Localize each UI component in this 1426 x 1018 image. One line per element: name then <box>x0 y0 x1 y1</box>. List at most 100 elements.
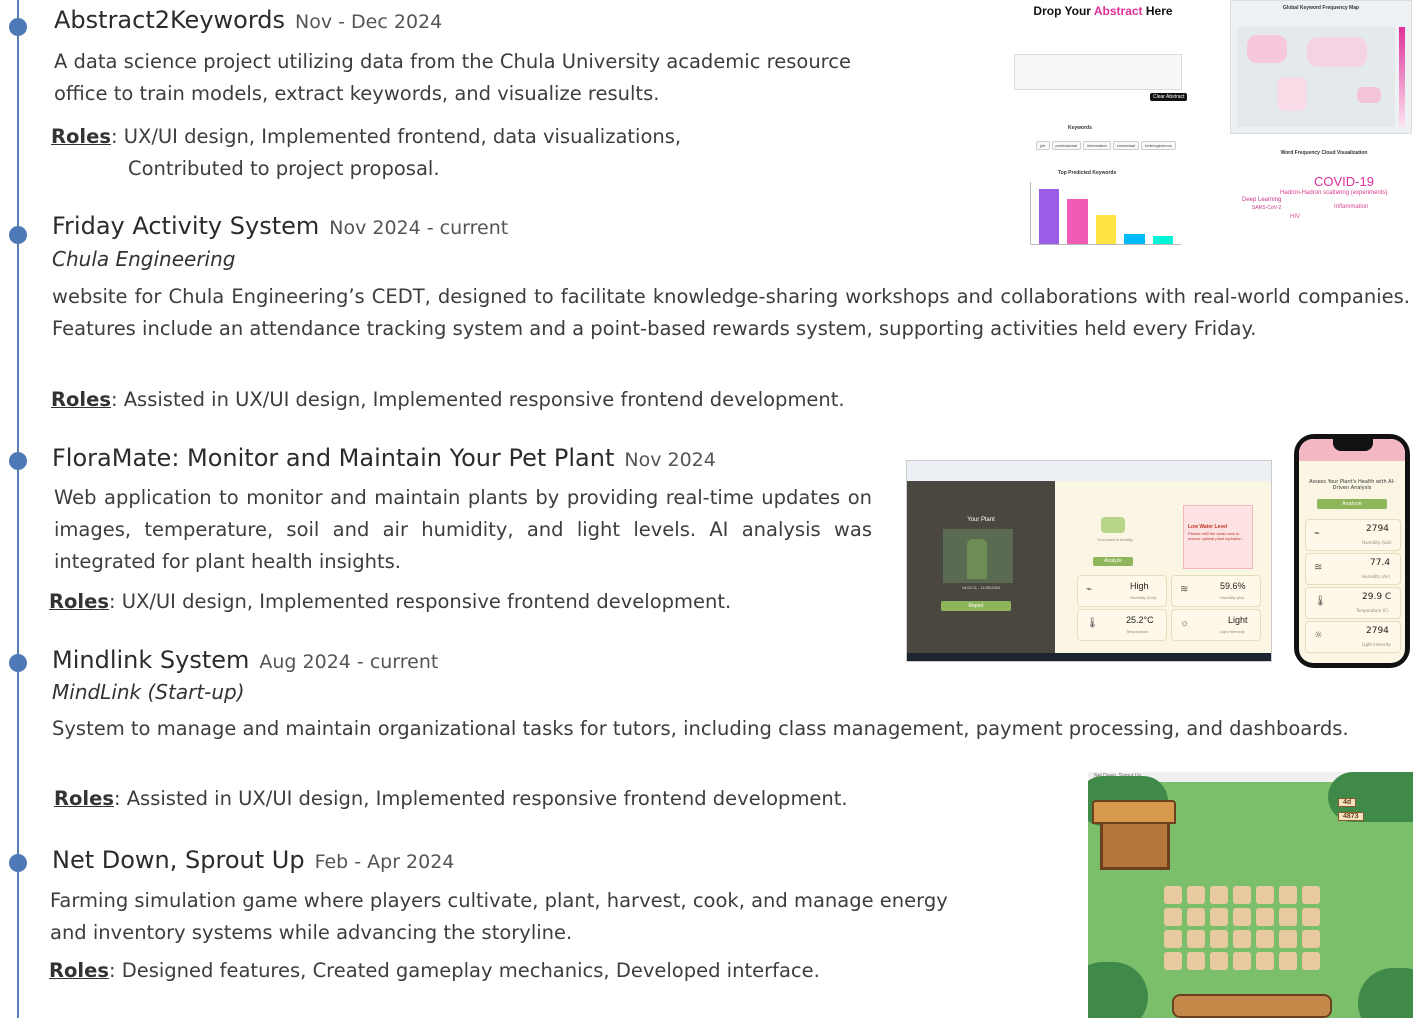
temperature-card: 🌡 25.2°C Temperature <box>1077 609 1167 641</box>
project-organization: MindLink (Start-up) <box>52 680 245 704</box>
phone-row-label: Humidity (Soil) <box>1362 540 1392 545</box>
game-hotbar[interactable] <box>1172 994 1332 1018</box>
report-button[interactable]: Report <box>941 601 1011 611</box>
air-humidity-icon: ≋ <box>1314 562 1323 573</box>
light-label: Light Intensity <box>1220 629 1245 634</box>
project-roles: Roles: Assisted in UX/UI design, Impleme… <box>54 783 848 815</box>
keyword-frequency-map: Global Keyword Frequency Map <box>1230 0 1412 134</box>
phone-row: ☼ 2794 Light Intensity <box>1305 621 1401 653</box>
cloud-title: Word Frequency Cloud Visualization <box>1280 150 1368 156</box>
farm-tile[interactable] <box>1210 908 1228 926</box>
phone-analyze-button[interactable]: Analyze <box>1317 499 1387 509</box>
farm-tile[interactable] <box>1210 952 1228 970</box>
world-map <box>1237 27 1395 127</box>
keyword-bar <box>1124 234 1145 244</box>
farm-tile[interactable] <box>1164 930 1182 948</box>
farm-tile[interactable] <box>1302 886 1320 904</box>
roles-label: Roles <box>49 959 109 982</box>
farm-tile[interactable] <box>1256 886 1274 904</box>
soil-humidity-label: Humidity (Soil) <box>1130 595 1157 600</box>
farm-tile[interactable] <box>1302 930 1320 948</box>
air-humidity-label: Humidity (Air) <box>1220 595 1245 600</box>
farm-tile[interactable] <box>1279 930 1297 948</box>
farm-tile[interactable] <box>1233 908 1251 926</box>
project-roles: Roles: Assisted in UX/UI design, Impleme… <box>51 384 845 416</box>
analyze-button[interactable]: Analyze <box>1093 557 1133 566</box>
cloud-word: SARS-CoV-2 <box>1252 205 1282 211</box>
light-card: ☼ Light Light Intensity <box>1171 609 1261 641</box>
a2k-title-pre: Drop Your <box>1033 4 1094 18</box>
project-title: Abstract2Keywords Nov - Dec 2024 <box>54 6 442 34</box>
project-date: Nov 2024 - current <box>329 217 509 239</box>
word-cloud: Word Frequency Cloud Visualization COVID… <box>1234 150 1414 242</box>
game-scene: 4d 4873 <box>1088 772 1413 1018</box>
map-region <box>1277 77 1307 111</box>
floramate-screenshot: Your Plant 16:02:11 - 11/30/2024 Report … <box>906 460 1272 662</box>
farm-tile[interactable] <box>1256 952 1274 970</box>
cloud-word: COVID-19 <box>1314 174 1374 189</box>
soil-humidity-value: High <box>1130 581 1149 591</box>
thermometer-icon: 🌡 <box>1086 618 1099 629</box>
farm-tile[interactable] <box>1256 908 1274 926</box>
project-date: Feb - Apr 2024 <box>314 851 455 873</box>
phone-notch <box>1333 439 1373 451</box>
farm-tile[interactable] <box>1256 930 1274 948</box>
keywords-title: Keywords <box>1068 125 1092 131</box>
farm-tile[interactable] <box>1233 930 1251 948</box>
farm-plot-grid[interactable] <box>1164 886 1334 976</box>
farm-tile[interactable] <box>1187 908 1205 926</box>
farm-tile[interactable] <box>1210 886 1228 904</box>
temperature-value: 25.2°C <box>1126 615 1154 625</box>
a2k-title-accent: Abstract <box>1093 4 1143 18</box>
farm-tile[interactable] <box>1187 930 1205 948</box>
farm-tile[interactable] <box>1187 952 1205 970</box>
project-description: System to manage and maintain organizati… <box>52 717 1349 740</box>
keyword-bar-chart <box>1030 182 1181 245</box>
phone-heading: Assess Your Plant's Health with AI-Drive… <box>1309 479 1395 491</box>
farm-tile[interactable] <box>1279 952 1297 970</box>
alert-text: Please refill the water tank to ensure o… <box>1188 531 1243 541</box>
farm-tile[interactable] <box>1210 930 1228 948</box>
alert-title: Low Water Level <box>1188 524 1228 530</box>
game-tree <box>1358 968 1413 1018</box>
roles-text: : Designed features, Created gameplay me… <box>108 959 820 982</box>
farm-tile[interactable] <box>1164 908 1182 926</box>
farm-tile[interactable] <box>1164 952 1182 970</box>
project-description: Web application to monitor and maintain … <box>54 486 872 573</box>
timeline-dot <box>9 854 27 872</box>
project-title: Friday Activity System Nov 2024 - current <box>52 212 508 240</box>
bar-chart-title: Top Predicted Keywords <box>1058 170 1117 176</box>
map-region <box>1247 35 1287 63</box>
clear-abstract-button[interactable]: Clear Abstract <box>1150 93 1188 101</box>
your-plant-title: Your Plant <box>967 517 995 523</box>
farm-tile[interactable] <box>1302 908 1320 926</box>
phone-row: ⌁ 2794 Humidity (Soil) <box>1305 519 1401 551</box>
floramate-sidebar: Your Plant 16:02:11 - 11/30/2024 Report <box>907 481 1055 653</box>
project-date: Nov - Dec 2024 <box>295 11 443 33</box>
timeline-dot <box>9 654 27 672</box>
roles-label: Roles <box>51 388 111 411</box>
phone-row-value: 2794 <box>1366 626 1389 636</box>
abstract2keywords-screenshot: Drop Your Abstract Here Clear Abstract K… <box>1008 0 1418 250</box>
farm-tile[interactable] <box>1233 952 1251 970</box>
farm-tile[interactable] <box>1233 886 1251 904</box>
soil-humidity-icon: ⌁ <box>1314 528 1321 539</box>
project-roles: Roles: UX/UI design, Implemented fronten… <box>51 121 811 153</box>
keyword-chip: professional <box>1051 141 1082 150</box>
farm-tile[interactable] <box>1164 886 1182 904</box>
abstract-textarea[interactable] <box>1014 54 1182 90</box>
air-humidity-icon: ≋ <box>1180 584 1189 595</box>
farm-tile[interactable] <box>1302 952 1320 970</box>
farm-tile[interactable] <box>1187 886 1205 904</box>
project-title-text: Abstract2Keywords <box>54 6 286 34</box>
project-title-text: Net Down, Sprout Up <box>52 846 305 874</box>
light-value: Light <box>1228 615 1248 625</box>
keyword-bar <box>1152 235 1173 244</box>
project-date: Nov 2024 <box>624 449 716 471</box>
project-description: Farming simulation game where players cu… <box>50 889 948 944</box>
farm-tile[interactable] <box>1279 886 1297 904</box>
keyword-bar <box>1039 188 1060 244</box>
sun-icon: ☼ <box>1314 630 1323 641</box>
farm-tile[interactable] <box>1279 908 1297 926</box>
project-roles: Roles: UX/UI design, Implemented respons… <box>49 586 731 618</box>
